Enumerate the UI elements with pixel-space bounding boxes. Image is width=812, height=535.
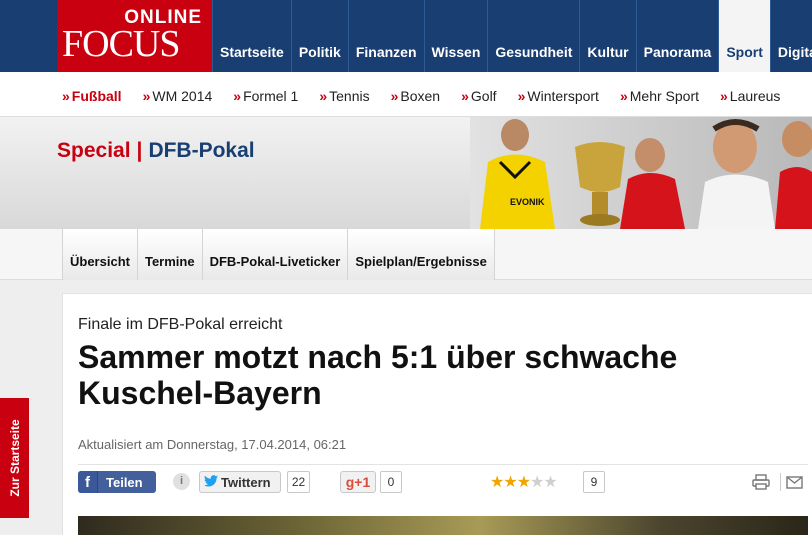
nav-item-panorama[interactable]: Panorama [635, 0, 719, 72]
focus-online-logo[interactable]: ONLINE FOCUS [57, 0, 212, 72]
star-icon[interactable]: ★ [530, 474, 544, 491]
chevron-right-icon: » [517, 88, 526, 104]
title-separator: | [136, 139, 143, 162]
chevron-right-icon: » [461, 88, 469, 104]
rating-count: 9 [583, 471, 605, 493]
subnav-item-formel-1[interactable]: » Formel 1 [233, 88, 298, 104]
sport-subnav: » Fußball» WM 2014» Formel 1» Tennis» Boxen» G… [0, 72, 812, 117]
back-to-home-label: Zur Startseite [7, 419, 22, 497]
header-photo-collage: EVONIK [470, 117, 812, 229]
divider [78, 464, 808, 465]
facebook-share-button[interactable]: f Teilen [78, 471, 156, 493]
chevron-right-icon: » [619, 88, 628, 104]
chevron-right-icon: » [142, 88, 151, 104]
nav-item-digital[interactable]: Digital [769, 0, 812, 72]
rating-stars[interactable]: ★★★★★ [490, 472, 558, 492]
chevron-right-icon: » [720, 88, 728, 104]
main-nav: Startseite Politik Finanzen Wissen Gesundhei… [212, 0, 812, 72]
subnav-item-label: Laureus [729, 88, 781, 104]
nav-item-startseite[interactable]: Startseite [212, 0, 291, 72]
nav-item-finanzen[interactable]: Finanzen [347, 0, 424, 72]
twitter-icon [204, 474, 218, 490]
star-icon[interactable]: ★ [503, 474, 517, 491]
article-headline: Sammer motzt nach 5:1 über schwache Kusc… [78, 339, 678, 411]
chevron-right-icon: » [62, 88, 70, 104]
article-image [78, 516, 808, 535]
tab-termine[interactable]: Termine [136, 229, 202, 280]
article-kicker: Finale im DFB-Pokal erreicht [78, 316, 283, 333]
twitter-share-button[interactable]: Twittern [199, 471, 281, 493]
logo-focus-text: FOCUS [62, 23, 180, 65]
tab-uebersicht[interactable]: Übersicht [62, 229, 137, 280]
subnav-item-wintersport[interactable]: » Wintersport [518, 88, 599, 104]
subnav-item-label: Fußball [71, 88, 122, 104]
subnav-item-laureus[interactable]: » Laureus [720, 88, 780, 104]
subnav-item-label: Wintersport [527, 88, 599, 104]
section-name: DFB-Pokal [148, 139, 255, 162]
article-timestamp: Aktualisiert am Donnerstag, 17.04.2014, … [78, 437, 347, 452]
facebook-icon: f [78, 471, 98, 493]
twitter-share-label: Twittern [221, 474, 271, 490]
subnav-item-boxen[interactable]: » Boxen [391, 88, 441, 104]
nav-item-sport[interactable]: Sport [718, 0, 770, 72]
info-icon[interactable]: i [173, 473, 190, 490]
print-icon[interactable] [752, 474, 770, 490]
section-tabs-row: Übersicht Termine DFB-Pokal-Liveticker Spie… [0, 229, 812, 280]
nav-item-kultur[interactable]: Kultur [579, 0, 635, 72]
star-icon[interactable]: ★ [517, 474, 531, 491]
google-plus-button[interactable]: g+1 [340, 471, 376, 493]
subnav-item-mehr-sport[interactable]: » Mehr Sport [620, 88, 699, 104]
page: ONLINE FOCUS Startseite Politik Finanzen Wi… [0, 0, 812, 535]
subnav-item-fussball[interactable]: » Fußball [62, 88, 122, 104]
back-to-home-tab[interactable]: Zur Startseite [0, 398, 29, 518]
tab-dfb-pokal-liveticker[interactable]: DFB-Pokal-Liveticker [201, 229, 348, 280]
top-navigation-bar: ONLINE FOCUS Startseite Politik Finanzen Wi… [0, 0, 812, 72]
twitter-count: 22 [287, 471, 310, 493]
subnav-item-label: Mehr Sport [629, 88, 699, 104]
facebook-share-label: Teilen [106, 474, 143, 490]
special-label: Special [57, 139, 131, 162]
subnav-item-label: Tennis [329, 88, 370, 104]
subnav-item-tennis[interactable]: » Tennis [319, 88, 369, 104]
section-title[interactable]: Special | DFB-Pokal [57, 139, 255, 163]
chevron-right-icon: » [233, 88, 242, 104]
chevron-right-icon: » [390, 88, 399, 104]
subnav-item-wm-2014[interactable]: » WM 2014 [143, 88, 213, 104]
subnav-item-golf[interactable]: » Golf [461, 88, 496, 104]
mail-icon[interactable] [780, 473, 803, 491]
nav-item-gesundheit[interactable]: Gesundheit [487, 0, 579, 72]
star-icon[interactable]: ★ [490, 474, 504, 491]
chevron-right-icon: » [319, 88, 328, 104]
svg-text:EVONIK: EVONIK [510, 197, 545, 207]
google-plus-count: 0 [380, 471, 402, 493]
subnav-item-label: Boxen [400, 88, 441, 104]
nav-item-politik[interactable]: Politik [290, 0, 348, 72]
subnav-item-label: WM 2014 [152, 88, 213, 104]
article: Finale im DFB-Pokal erreicht Sammer motz… [62, 293, 812, 535]
tab-spielplan-ergebnisse[interactable]: Spielplan/Ergebnisse [347, 229, 495, 280]
subnav-item-label: Golf [470, 88, 497, 104]
subnav-item-label: Formel 1 [243, 88, 299, 104]
nav-item-wissen[interactable]: Wissen [423, 0, 488, 72]
social-share-bar: f Teilen i Twittern 22 g+1 0 ★★★★★ 9 [78, 471, 808, 495]
star-icon[interactable]: ★ [543, 474, 557, 491]
